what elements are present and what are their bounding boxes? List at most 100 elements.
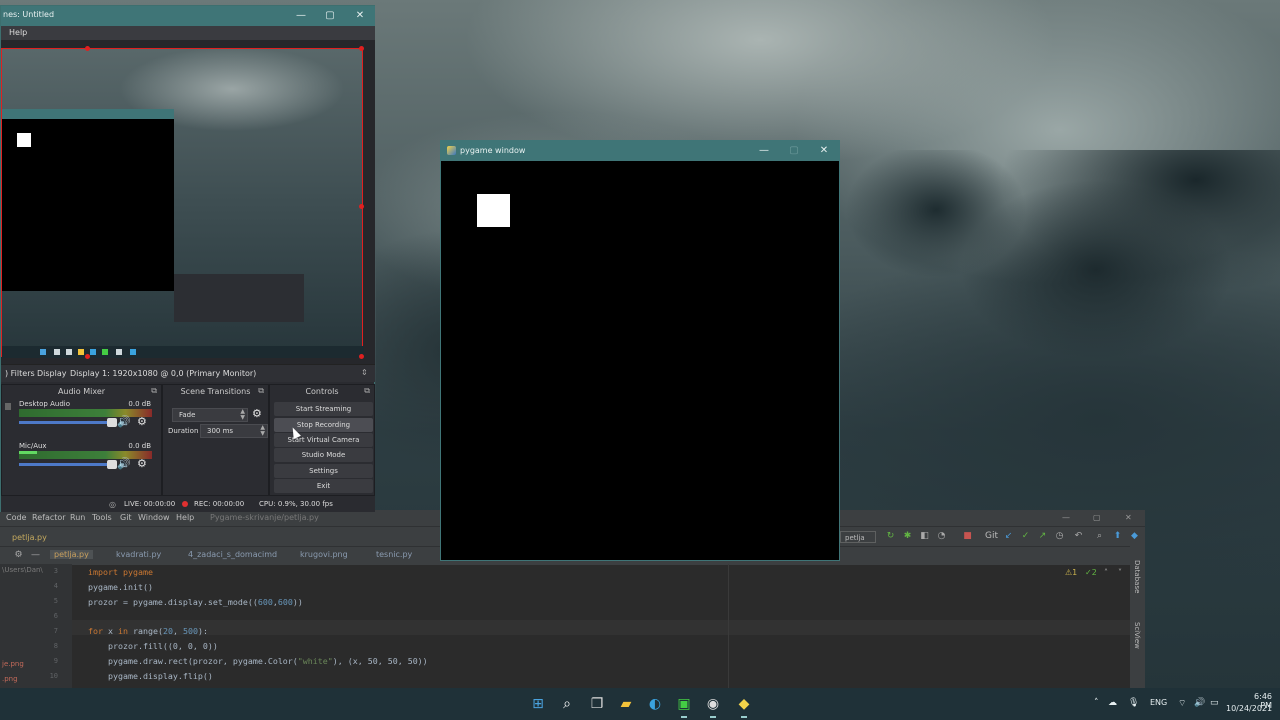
git-update-icon[interactable]: ↙: [1004, 532, 1013, 541]
collapse-icon[interactable]: —: [31, 551, 40, 560]
transform-handle[interactable]: [359, 204, 364, 209]
duration-input[interactable]: 300 ms ▲ ▼: [200, 424, 268, 438]
code-line[interactable]: prozor.fill((0, 0, 0)): [88, 641, 218, 651]
volume-slider[interactable]: [19, 460, 117, 469]
project-file[interactable]: .png: [2, 675, 18, 683]
edge-icon[interactable]: ◐: [644, 693, 666, 715]
project-file[interactable]: je.png: [2, 660, 24, 668]
tab-kvadrati[interactable]: kvadrati.py: [116, 550, 161, 559]
menu-git[interactable]: Git: [120, 513, 132, 522]
pygame-titlebar[interactable]: pygame window — ▢ ✕: [441, 141, 839, 161]
history-icon[interactable]: ◷: [1055, 532, 1064, 541]
menu-help[interactable]: Help: [176, 513, 194, 522]
preview-canvas[interactable]: [1, 48, 364, 358]
chevron-updown-icon[interactable]: ▲ ▼: [260, 425, 265, 437]
volume-slider[interactable]: [19, 418, 117, 427]
settings-button[interactable]: Settings: [274, 464, 373, 478]
filters-button[interactable]: ) Filters: [5, 369, 35, 378]
display-select[interactable]: Display 1: 1920x1080 @ 0,0 (Primary Moni…: [70, 369, 256, 378]
lock-icon[interactable]: [5, 403, 11, 410]
tab-tesnic[interactable]: tesnic.py: [376, 550, 412, 559]
database-tool-label[interactable]: Database: [1133, 560, 1141, 593]
run-config-select[interactable]: petlja: [840, 531, 876, 543]
start-streaming-button[interactable]: Start Streaming: [274, 402, 373, 416]
git-commit-icon[interactable]: ✓: [1021, 532, 1030, 541]
pygame-window[interactable]: pygame window — ▢ ✕: [440, 140, 840, 561]
language-indicator[interactable]: ENG: [1150, 698, 1167, 707]
slider-knob[interactable]: [107, 460, 117, 469]
code-line[interactable]: for x in range(20, 500):: [88, 626, 208, 636]
chevron-up-icon[interactable]: ˄: [1104, 568, 1108, 577]
dock-undock-icon[interactable]: ⧉: [151, 386, 157, 396]
clock-date[interactable]: 10/24/2021: [1226, 704, 1272, 713]
obs-icon[interactable]: ◉: [702, 693, 724, 718]
update-icon[interactable]: ⬆: [1113, 532, 1122, 541]
ok-count[interactable]: ✓2: [1085, 568, 1097, 577]
settings-gear-icon[interactable]: ⚙: [14, 551, 23, 560]
transition-select[interactable]: Fade ▲ ▼: [172, 408, 248, 422]
code-line[interactable]: pygame.init(): [88, 582, 153, 592]
git-icon[interactable]: Git: [985, 532, 998, 541]
gear-icon[interactable]: ⚙: [137, 415, 147, 428]
sciview-tool-label[interactable]: SciView: [1133, 622, 1141, 649]
rerun-icon[interactable]: ↻: [886, 532, 895, 541]
menu-code[interactable]: Code: [6, 513, 26, 522]
battery-icon[interactable]: ▭: [1210, 698, 1219, 708]
task-view-icon[interactable]: ❐: [586, 693, 608, 715]
transform-handle[interactable]: [359, 354, 364, 359]
exit-button[interactable]: Exit: [274, 479, 373, 493]
search-icon[interactable]: ⌕: [556, 693, 578, 715]
project-path[interactable]: \Users\Dan\: [2, 566, 43, 574]
plugin-icon[interactable]: ◆: [1130, 532, 1139, 541]
minimize-icon[interactable]: —: [286, 6, 316, 26]
pycharm-icon[interactable]: ▣: [673, 693, 695, 718]
stop-icon[interactable]: ■: [963, 532, 972, 541]
maximize-icon[interactable]: ▢: [315, 6, 345, 26]
coverage-icon[interactable]: ◧: [920, 532, 929, 541]
start-virtual-camera-button[interactable]: Start Virtual Camera: [274, 433, 373, 447]
tab-zadaci[interactable]: 4_zadaci_s_domacimd: [188, 550, 277, 559]
close-icon[interactable]: ✕: [809, 141, 839, 161]
obs-preview[interactable]: [1, 40, 375, 364]
minimize-icon[interactable]: —: [1062, 513, 1070, 522]
search-icon[interactable]: ⌕: [1095, 532, 1104, 541]
transform-handle[interactable]: [359, 46, 364, 51]
maximize-icon[interactable]: ▢: [1093, 513, 1101, 522]
undo-icon[interactable]: ↶: [1074, 532, 1083, 541]
code-line[interactable]: pygame.draw.rect(prozor, pygame.Color("w…: [88, 656, 428, 666]
volume-icon[interactable]: 🔊: [1194, 698, 1205, 708]
speaker-icon[interactable]: 🔊: [117, 457, 131, 470]
menu-window[interactable]: Window: [138, 513, 170, 522]
chevron-down-icon[interactable]: ˅: [1118, 568, 1122, 577]
chevron-updown-icon[interactable]: ⇕: [361, 368, 368, 377]
breadcrumb[interactable]: petlja.py: [12, 533, 47, 542]
windows-start-icon[interactable]: ⊞: [527, 693, 549, 715]
dock-undock-icon[interactable]: ⧉: [258, 386, 264, 396]
slider-knob[interactable]: [107, 418, 117, 427]
gear-icon[interactable]: ⚙: [137, 457, 147, 470]
tab-petlja[interactable]: petlja.py: [50, 550, 93, 559]
dock-undock-icon[interactable]: ⧉: [364, 386, 370, 396]
menu-help[interactable]: Help: [9, 28, 27, 37]
minimize-icon[interactable]: —: [749, 141, 779, 161]
gear-icon[interactable]: ⚙: [252, 407, 262, 420]
chevron-up-icon[interactable]: ˄: [1094, 698, 1099, 708]
studio-mode-button[interactable]: Studio Mode: [274, 448, 373, 462]
debug-icon[interactable]: ✱: [903, 532, 912, 541]
display-button[interactable]: Display: [37, 369, 67, 378]
speaker-icon[interactable]: 🔊: [117, 415, 131, 428]
code-line[interactable]: pygame.display.flip(): [88, 671, 213, 681]
profile-icon[interactable]: ◔: [937, 532, 946, 541]
microphone-icon[interactable]: 🎙: [1128, 698, 1139, 708]
transform-handle[interactable]: [85, 46, 90, 51]
transform-handle[interactable]: [85, 354, 90, 359]
onedrive-icon[interactable]: ☁: [1108, 698, 1117, 708]
warning-count[interactable]: ⚠1: [1065, 568, 1077, 577]
menu-tools[interactable]: Tools: [92, 513, 112, 522]
code-line[interactable]: prozor = pygame.display.set_mode((600,60…: [88, 597, 303, 607]
close-icon[interactable]: ✕: [1125, 513, 1132, 522]
close-icon[interactable]: ✕: [345, 6, 375, 26]
tab-krugovi[interactable]: krugovi.png: [300, 550, 348, 559]
python-icon[interactable]: ◆: [733, 693, 755, 718]
code-line[interactable]: import pygame: [88, 567, 153, 577]
